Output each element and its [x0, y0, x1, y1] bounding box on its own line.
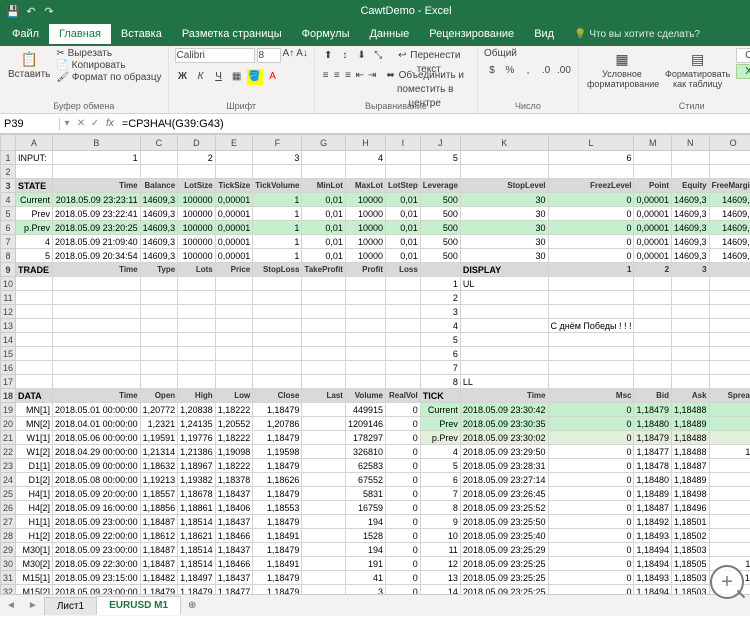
cut-button[interactable]: ✂ Вырезать: [56, 48, 161, 59]
percent-icon[interactable]: %: [502, 63, 518, 79]
group-styles: Стили: [585, 101, 750, 111]
sheet-nav-next-icon[interactable]: ►: [22, 600, 44, 611]
align-bottom-icon[interactable]: ⬇: [354, 48, 369, 64]
style-good[interactable]: Хороший: [736, 64, 750, 79]
undo-icon[interactable]: ↶: [24, 5, 38, 18]
tab-review[interactable]: Рецензирование: [419, 24, 524, 44]
group-font: Шрифт: [175, 101, 308, 111]
name-box[interactable]: P39: [0, 118, 60, 130]
font-name-select[interactable]: Calibri: [175, 48, 255, 63]
redo-icon[interactable]: ↷: [42, 5, 56, 18]
app-title: CawtDemo - Excel: [62, 5, 750, 17]
currency-icon[interactable]: $: [484, 63, 500, 79]
italic-button[interactable]: К: [193, 69, 209, 85]
tab-formulas[interactable]: Формулы: [292, 24, 360, 44]
indent-dec-icon[interactable]: ⇤: [355, 68, 365, 84]
enter-formula-icon[interactable]: ✓: [88, 118, 102, 129]
conditional-format-button[interactable]: ▦Условное форматирование: [585, 48, 659, 91]
fx-icon[interactable]: fx: [102, 118, 118, 129]
wrap-text-button[interactable]: ↩ Перенести текст: [388, 48, 471, 64]
copy-button[interactable]: 📄 Копировать: [56, 60, 161, 71]
save-icon[interactable]: 💾: [6, 5, 20, 18]
border-button[interactable]: ▦: [229, 69, 245, 85]
sheet-tab-2[interactable]: EURUSD M1: [96, 596, 181, 615]
font-size-select[interactable]: 8: [257, 48, 281, 63]
tab-insert[interactable]: Вставка: [111, 24, 172, 44]
fill-color-button[interactable]: 🪣: [247, 69, 263, 85]
bold-button[interactable]: Ж: [175, 69, 191, 85]
tab-layout[interactable]: Разметка страницы: [172, 24, 292, 44]
indent-inc-icon[interactable]: ⇥: [367, 68, 377, 84]
tab-view[interactable]: Вид: [524, 24, 564, 44]
align-middle-icon[interactable]: ↕: [338, 48, 353, 64]
namebox-dropdown-icon[interactable]: ▾: [60, 118, 74, 129]
add-sheet-button[interactable]: ⊕: [180, 600, 204, 611]
formula-input[interactable]: =СРЗНАЧ(G39:G43): [118, 118, 750, 130]
ribbon: 📋Вставить ✂ Вырезать 📄 Копировать 🖌 Форм…: [0, 46, 750, 114]
align-top-icon[interactable]: ⬆: [321, 48, 336, 64]
paste-button[interactable]: 📋Вставить: [6, 48, 52, 82]
tab-file[interactable]: Файл: [2, 24, 49, 44]
orientation-icon[interactable]: ⤡: [371, 48, 386, 64]
formula-bar: P39 ▾ ✕ ✓ fx =СРЗНАЧ(G39:G43): [0, 114, 750, 134]
increase-font-icon[interactable]: A↑: [283, 48, 295, 63]
underline-button[interactable]: Ч: [211, 69, 227, 85]
cancel-formula-icon[interactable]: ✕: [74, 118, 88, 129]
tab-data[interactable]: Данные: [359, 24, 419, 44]
tell-me[interactable]: Что вы хотите сделать?: [574, 29, 700, 40]
merge-center-button[interactable]: ⬌ Объединить и поместить в центре: [379, 68, 471, 84]
format-table-button[interactable]: ▤Форматировать как таблицу: [663, 48, 732, 91]
style-normal[interactable]: Обычный: [736, 48, 750, 63]
dec-decimal-icon[interactable]: .00: [556, 63, 572, 79]
comma-icon[interactable]: ,: [520, 63, 536, 79]
number-format-select[interactable]: Общий: [484, 48, 554, 59]
align-left-icon[interactable]: ≡: [321, 68, 330, 84]
sheet-nav-prev-icon[interactable]: ◄: [0, 600, 22, 611]
align-center-icon[interactable]: ≡: [332, 68, 341, 84]
group-number: Число: [484, 101, 572, 111]
group-align: Выравнивание: [321, 101, 471, 111]
ribbon-tabs: Файл Главная Вставка Разметка страницы Ф…: [0, 22, 750, 46]
group-clipboard: Буфер обмена: [6, 101, 162, 111]
tab-home[interactable]: Главная: [49, 24, 111, 44]
align-right-icon[interactable]: ≡: [343, 68, 352, 84]
zoom-magnifier-icon[interactable]: +: [710, 565, 744, 599]
sheet-tab-1[interactable]: Лист1: [44, 597, 97, 615]
titlebar: 💾 ↶ ↷ CawtDemo - Excel: [0, 0, 750, 22]
decrease-font-icon[interactable]: A↓: [296, 48, 308, 63]
format-painter-button[interactable]: 🖌 Формат по образцу: [56, 72, 161, 83]
font-color-button[interactable]: A: [265, 69, 281, 85]
sheet-tabs: ◄ ► Лист1 EURUSD M1 ⊕: [0, 594, 750, 616]
inc-decimal-icon[interactable]: .0: [538, 63, 554, 79]
grid[interactable]: ABCDEFGHIJKLMNOPQRS1INPUT:12345623STATET…: [0, 134, 750, 594]
